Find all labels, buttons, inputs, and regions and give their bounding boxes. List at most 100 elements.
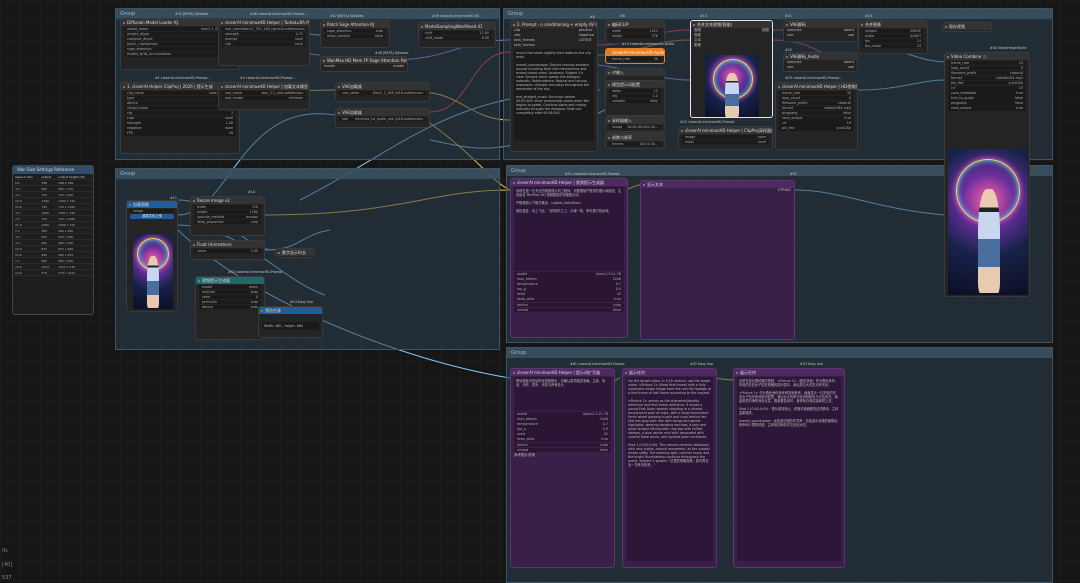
node-widget[interactable]: crf 19	[779, 121, 854, 126]
node-load-image[interactable]: 加载图像 image 选择文件上传	[126, 200, 178, 312]
widget-image-file[interactable]: image	[130, 208, 174, 214]
node-widget[interactable]: device cuda	[514, 302, 624, 308]
node-title[interactable]: ModelSamplingWanMixed 41	[419, 23, 495, 30]
node-widget[interactable]: crf 19	[948, 86, 1026, 91]
group-title[interactable]: Group	[507, 348, 1052, 358]
output-socket[interactable]: 视频	[759, 28, 772, 33]
node-widget[interactable]: filename_prefix closerAI	[948, 70, 1026, 76]
socket-row[interactable]: model model	[321, 64, 407, 69]
input-socket[interactable]: 图像	[691, 43, 704, 48]
widget-image[interactable]: image none	[682, 134, 769, 140]
socket-row[interactable]: vae vae	[784, 33, 857, 38]
node-widget[interactable]: loop_count 0	[779, 95, 854, 101]
node-sage-patch[interactable]: WanMax HD Mem FP Sage Attention Patch mo…	[320, 56, 408, 72]
size-reference-note[interactable]: Wan Size Settings Reference aspect ratio…	[12, 165, 94, 315]
node-widget[interactable]: cfg 3	[124, 110, 236, 116]
node-widget[interactable]: temperature 0.7	[514, 422, 611, 427]
node-title[interactable]: 视频提示生成器	[196, 277, 264, 284]
node-widget[interactable]: crop none	[124, 116, 236, 121]
node-title[interactable]: Float (Animation)	[191, 241, 264, 248]
node-widget[interactable]: format video/h264-mp4	[948, 75, 1026, 81]
system-prompt-textarea[interactable]: 你现在是一位专业的视频提示词工程师，请根据用户提供的图片和描述，生成适合 Min…	[514, 187, 624, 271]
node-widget[interactable]: pix_fmt yuv420p	[948, 80, 1026, 86]
widget-seed[interactable]: seed 0	[199, 294, 261, 300]
node-widget[interactable]: trim_to_audio false	[948, 96, 1026, 101]
node-widget[interactable]: device cuda	[514, 442, 611, 448]
socket-row[interactable]: vae vae	[784, 65, 857, 70]
widget-shift-mode[interactable]: shift_mode 8.00	[422, 35, 492, 41]
node-title[interactable]: Video Combine 🎥	[945, 53, 1029, 60]
node-widget[interactable]: temperature 0.7	[514, 282, 624, 287]
output-socket[interactable]: LATENT	[576, 38, 597, 43]
node-widget[interactable]: unload false	[514, 447, 611, 453]
node-llm-prompt-generator[interactable]: closerAI minimaxHD Helper | 视频提示生成器 你现在是…	[510, 178, 628, 338]
widget-method[interactable]: method auto	[199, 289, 261, 295]
node-prompt-generator[interactable]: 视频提示生成器 model qwen method auto seed 0 preci…	[195, 276, 265, 340]
upload-button[interactable]: 选择文件上传	[130, 214, 174, 220]
node-model-config[interactable]: 模型提示词配置 steps 12 cfg 1.0 sampler Kkey	[605, 80, 665, 116]
widget-value[interactable]: value 5.00	[194, 248, 261, 254]
widget-clip[interactable]: clip none	[222, 41, 306, 47]
node-widget[interactable]: pingpong false	[948, 101, 1026, 106]
prompt-textarea[interactable]: music that starts slightly then fades as…	[514, 49, 594, 141]
output-text-zh[interactable]: 这是在游乐园拍摄的视频，<Picture 1>（固定首帧）作为角色参考。年轻的东…	[737, 377, 841, 561]
node-widget[interactable]: frame_rate 30	[779, 90, 854, 96]
node-model-sampling[interactable]: ModelSamplingWanMixed 41 shift 12.00 shif…	[418, 22, 496, 48]
node-resize-image[interactable]: Resize Image v2 width 720 height 1280 upsc…	[190, 196, 265, 236]
widget-audio[interactable]: audio AUDIO	[862, 33, 924, 39]
node-vae-helper[interactable]: closerAI minimaxHD Helper | 加载文本模型 vae_n…	[218, 82, 310, 110]
widget-height[interactable]: height 1280	[194, 209, 261, 215]
node-widget[interactable]: keep_alive true	[514, 297, 624, 302]
node-audio-loader[interactable]: closerAI-minimaxHD-Audio frame_rate 30	[605, 48, 665, 64]
node-title[interactable]: 展示任何	[623, 369, 716, 376]
node-title[interactable]: closerAI minimaxHD Helper | 提示词扩写器	[511, 369, 614, 376]
node-title[interactable]: closerAI minimaxHD Helper | ClipProj采样器处…	[679, 127, 772, 134]
widget-vae-name[interactable]: vae_name Wan2_1_VAE_bf16.safetensors	[339, 90, 426, 96]
node-title[interactable]: 模型提示词配置	[606, 81, 664, 88]
node-title[interactable]: 显示文本	[641, 181, 794, 188]
node-widget[interactable]: seed 42	[514, 432, 611, 437]
node-hd-video-save[interactable]: closerAI minimaxHD Helper | HD视频保存 frame…	[775, 82, 858, 150]
node-widget[interactable]: top_p 0.9	[514, 287, 624, 292]
widget-image[interactable]: image 00:01:00.000 00...	[609, 124, 661, 130]
widget-frame-rate[interactable]: frame_rate 30	[609, 56, 661, 62]
output-text-en[interactable]: For the target video, in 9:16 vertical, …	[626, 377, 713, 561]
widget-model[interactable]: model qwen	[199, 284, 261, 290]
node-title[interactable]: Resize Image v2	[191, 197, 264, 204]
widget-fps-mode[interactable]: fps_mode 24	[862, 43, 924, 49]
node-show-any-zh[interactable]: 展示任何 这是在游乐园拍摄的视频，<Picture 1>（固定首帧）作为角色参考…	[733, 368, 845, 568]
widget-sage-mode[interactable]: sage_attention auto	[324, 28, 386, 34]
widget-cfg[interactable]: cfg 1.0	[609, 93, 661, 99]
widget-width[interactable]: width 720	[194, 204, 261, 210]
node-title[interactable]: 保存视频	[943, 23, 991, 30]
widget-strength[interactable]: strength 0.75	[222, 31, 306, 37]
node-title[interactable]: VAE加载器	[336, 109, 429, 116]
node-title[interactable]: 展示任何	[734, 369, 844, 376]
node-widget[interactable]: model Qwen2.5-VL-7B	[514, 272, 624, 277]
node-video-merge[interactable]: 合并文本视频(智能) 音频 视频 文本 图像 视频	[690, 20, 773, 118]
node-title[interactable]: nf输入	[606, 69, 664, 76]
node-title[interactable]: WanMax HD Mem FP Sage Attention Patch	[321, 57, 407, 64]
group-title[interactable]: Group	[504, 9, 1052, 19]
node-clipproj-sampler[interactable]: closerAI minimaxHD Helper | ClipProj采样器处…	[678, 126, 773, 150]
node-display-text[interactable]: 显示文本 STRING	[640, 180, 795, 340]
node-widget[interactable]: save_output true	[948, 106, 1026, 111]
widget-precision[interactable]: precision auto	[199, 299, 261, 305]
widget-frames[interactable]: frames 00:01:00...	[609, 141, 661, 147]
widget-mask[interactable]: mask none	[682, 139, 769, 145]
node-title[interactable]: closerAI minimaxHD Helper | HD视频保存	[776, 83, 857, 90]
widget-steps[interactable]: steps 12	[609, 88, 661, 94]
node-clip-encode[interactable]: 编码CLIP width 1024 height 576	[605, 20, 665, 44]
widget-sampler[interactable]: sampler Kkey	[609, 98, 661, 104]
node-widget[interactable]: negative none	[124, 126, 236, 131]
widget-prompt[interactable]: prompt none	[222, 36, 306, 42]
node-widget[interactable]: seed 42	[514, 292, 624, 297]
widget-vae-name[interactable]: vae minimax_hd_audio_vae_fp16.safetensors	[339, 116, 426, 122]
widget-vae-name[interactable]: vae_name wan_2.1_vae.safetensors	[222, 90, 306, 96]
node-widget[interactable]: filename_prefix closerAI	[779, 100, 854, 106]
node-video-combine[interactable]: Video Combine 🎥 frame_rate 24 loop_count 0 f…	[944, 52, 1030, 297]
node-widget[interactable]: keep_alive true	[514, 437, 611, 442]
group-title[interactable]: Group	[116, 169, 499, 179]
node-save-video[interactable]: 保存视频	[942, 22, 992, 32]
node-widget[interactable]: max_tokens 2048	[514, 417, 611, 422]
